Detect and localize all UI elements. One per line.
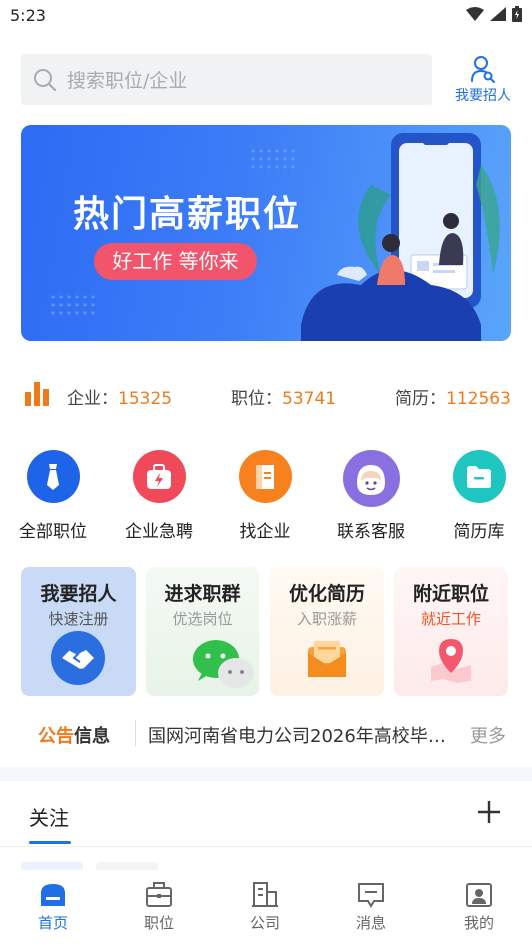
quick-link-label: 企业急聘 — [125, 522, 193, 542]
notice-divider — [135, 720, 136, 746]
company-book-icon — [238, 450, 292, 503]
stat-companies: 企业：15325 — [67, 384, 172, 409]
tab-home[interactable]: 首页 — [0, 880, 106, 933]
profile-icon — [466, 883, 492, 907]
card-nearby-jobs[interactable]: 附近职位 就近工作 — [394, 567, 508, 696]
tab-label: 消息 — [355, 914, 386, 932]
follow-section-header: 关注 — [0, 781, 532, 847]
status-time: 5:23 — [10, 6, 46, 25]
search-icon — [33, 68, 57, 92]
stat-value: 53741 — [282, 389, 337, 409]
card-title: 优化简历 — [288, 583, 365, 605]
search-placeholder: 搜索职位/企业 — [67, 70, 188, 92]
quick-link-resume-library[interactable]: 简历库 — [426, 450, 532, 542]
tab-indicator — [29, 841, 71, 844]
location-pin-icon — [431, 639, 471, 683]
notice-logo-a: 公告 — [38, 726, 74, 747]
tab-profile[interactable]: 我的 — [426, 880, 532, 933]
section-divider — [0, 767, 532, 781]
signal-icon — [490, 7, 506, 21]
folder-icon — [452, 450, 506, 503]
card-recruit[interactable]: 我要招人 快速注册 — [21, 567, 136, 696]
status-icons — [466, 6, 522, 22]
wifi-icon — [466, 7, 484, 21]
quick-link-label: 简历库 — [453, 522, 505, 542]
notice-logo-b: 信息 — [74, 726, 110, 747]
customer-service-icon — [342, 450, 400, 507]
tab-messages[interactable]: 消息 — [318, 880, 424, 933]
card-join-group[interactable]: 进求职群 优选岗位 — [146, 567, 259, 696]
tab-company[interactable]: 公司 — [212, 880, 318, 933]
tab-label: 首页 — [37, 914, 68, 932]
recruit-label: 我要招人 — [455, 88, 511, 104]
card-title: 我要招人 — [40, 583, 117, 605]
battery-icon — [512, 6, 522, 22]
banner-illustration — [301, 133, 500, 341]
card-subtitle: 快速注册 — [48, 610, 109, 628]
wechat-icon — [193, 640, 254, 688]
banner-dots-decoration — [51, 295, 95, 315]
bottom-tab-bar: 首页 职位 公司 消息 我的 — [0, 870, 532, 946]
tab-label: 我的 — [463, 914, 494, 932]
card-subtitle: 入职涨薪 — [296, 610, 357, 628]
notice-bar[interactable]: 公告信息 国网河南省电力公司2026年高校毕业生招聘 更多 — [0, 712, 532, 756]
card-title: 附近职位 — [412, 583, 489, 605]
search-row: 搜索职位/企业 我要招人 — [0, 52, 532, 108]
building-icon — [252, 882, 278, 907]
urgent-bag-icon — [132, 450, 186, 503]
quick-link-urgent[interactable]: 企业急聘 — [106, 450, 212, 542]
recruit-person-search-icon — [471, 56, 495, 83]
bar-chart-icon — [25, 382, 49, 406]
tab-label: 公司 — [249, 914, 280, 932]
banner-carousel[interactable]: 热门高薪职位 好工作 等你来 — [21, 125, 511, 341]
recruit-button[interactable]: 我要招人 — [450, 55, 516, 107]
add-icon[interactable] — [476, 799, 502, 825]
card-optimize-resume[interactable]: 优化简历 入职涨薪 — [270, 567, 384, 696]
quick-link-all-jobs[interactable]: 全部职位 — [0, 450, 106, 542]
status-bar: 5:23 — [0, 0, 532, 30]
envelope-icon — [308, 641, 346, 677]
tie-icon — [26, 450, 80, 503]
tab-jobs[interactable]: 职位 — [106, 880, 212, 933]
stat-resumes: 简历：112563 — [395, 384, 511, 409]
tab-label: 职位 — [143, 914, 174, 932]
stat-value: 15325 — [118, 389, 173, 409]
home-icon — [41, 884, 65, 906]
stat-label: 简历： — [395, 389, 446, 409]
stat-jobs: 职位：53741 — [231, 384, 336, 409]
banner-pill: 好工作 等你来 — [94, 243, 257, 280]
notice-text[interactable]: 国网河南省电力公司2026年高校毕业生招聘 — [148, 722, 453, 748]
notice-logo: 公告信息 — [38, 722, 110, 748]
card-title: 进求职群 — [164, 583, 241, 605]
card-subtitle: 优选岗位 — [172, 610, 233, 628]
stat-label: 职位： — [231, 389, 282, 409]
stat-value: 112563 — [446, 389, 511, 409]
message-icon — [358, 883, 384, 908]
search-input[interactable]: 搜索职位/企业 — [21, 54, 432, 105]
notice-more-link[interactable]: 更多 — [470, 722, 506, 748]
quick-link-find-company[interactable]: 找企业 — [212, 450, 318, 542]
handshake-icon — [51, 631, 105, 685]
quick-links: 全部职位 企业急聘 找企业 联系客服 简历库 — [0, 450, 532, 550]
briefcase-icon — [146, 882, 172, 907]
stats-row: 企业：15325 职位：53741 简历：112563 — [0, 374, 532, 414]
quick-link-label: 全部职位 — [19, 522, 87, 542]
card-subtitle: 就近工作 — [420, 610, 481, 628]
quick-link-label: 联系客服 — [337, 522, 405, 542]
tab-follow[interactable]: 关注 — [29, 802, 69, 831]
stat-label: 企业： — [67, 389, 118, 409]
quick-link-customer-service[interactable]: 联系客服 — [318, 450, 424, 542]
quick-link-label: 找企业 — [239, 522, 291, 542]
banner-title: 热门高薪职位 — [73, 194, 302, 235]
